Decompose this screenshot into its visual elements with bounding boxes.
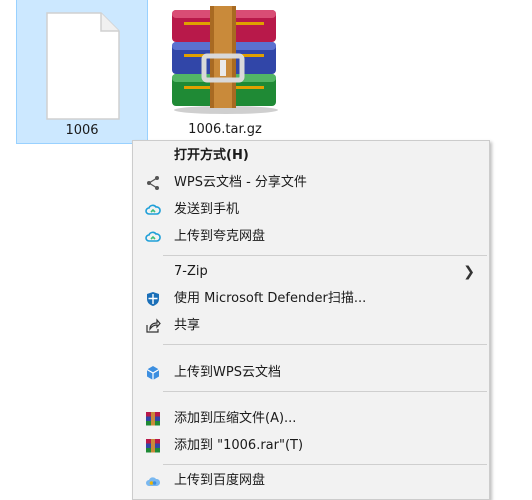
quark-cloud-icon bbox=[145, 231, 161, 242]
quark-cloud-icon bbox=[145, 204, 161, 215]
blank-file-icon bbox=[46, 12, 120, 120]
menu-item-wps-share[interactable]: WPS云文档 - 分享文件 bbox=[133, 170, 489, 196]
menu-item-upload-baidu[interactable]: 上传到百度网盘 bbox=[133, 468, 489, 494]
menu-item-add-to-rar[interactable]: 添加到 "1006.rar"(T) bbox=[133, 433, 489, 459]
menu-item-label: 上传到夸克网盘 bbox=[174, 229, 266, 244]
menu-item-label: 上传到WPS云文档 bbox=[174, 365, 281, 380]
wps-cloud-cube-icon bbox=[146, 366, 160, 380]
chevron-right-icon: ❯ bbox=[463, 264, 475, 280]
menu-item-label: 打开方式(H) bbox=[174, 148, 249, 163]
menu-item-share[interactable]: 共享 bbox=[133, 313, 489, 339]
menu-item-7zip[interactable]: 7-Zip ❯ bbox=[133, 259, 489, 285]
menu-item-label: 共享 bbox=[174, 318, 201, 333]
winrar-icon bbox=[146, 412, 160, 426]
menu-item-open-with[interactable]: 打开方式(H) bbox=[133, 143, 489, 169]
file-item-1006[interactable]: 1006 bbox=[16, 0, 148, 144]
menu-item-defender-scan[interactable]: 使用 Microsoft Defender扫描... bbox=[133, 286, 489, 312]
menu-item-label: WPS云文档 - 分享文件 bbox=[174, 175, 307, 190]
menu-item-label: 添加到压缩文件(A)... bbox=[174, 411, 297, 426]
winrar-archive-icon bbox=[172, 6, 278, 114]
winrar-icon bbox=[146, 439, 160, 453]
menu-item-label: 使用 Microsoft Defender扫描... bbox=[174, 291, 367, 306]
defender-shield-icon bbox=[147, 292, 159, 306]
menu-separator bbox=[163, 391, 487, 392]
share-nodes-icon bbox=[147, 176, 159, 190]
menu-separator bbox=[163, 344, 487, 345]
menu-item-label: 添加到 "1006.rar"(T) bbox=[174, 438, 304, 453]
menu-item-upload-quark[interactable]: 上传到夸克网盘 bbox=[133, 224, 489, 250]
share-arrow-icon bbox=[146, 318, 161, 333]
menu-item-upload-wps[interactable]: 上传到WPS云文档 bbox=[133, 360, 489, 386]
menu-item-send-to-phone[interactable]: 发送到手机 bbox=[133, 197, 489, 223]
menu-separator bbox=[163, 255, 487, 256]
context-menu: 打开方式(H) WPS云文档 - 分享文件 发送到手机 上传到夸克网盘 7-Zi… bbox=[132, 140, 490, 500]
menu-item-label: 发送到手机 bbox=[174, 202, 240, 217]
menu-item-label: 7-Zip bbox=[174, 264, 208, 279]
menu-separator bbox=[163, 464, 487, 465]
file-name: 1006 bbox=[65, 123, 99, 138]
baidu-cloud-icon bbox=[146, 477, 161, 486]
menu-item-label: 上传到百度网盘 bbox=[174, 473, 266, 488]
file-name: 1006.tar.gz bbox=[188, 122, 262, 137]
file-item-1006-tar-gz[interactable]: 1006.tar.gz bbox=[158, 0, 292, 144]
menu-item-add-to-archive[interactable]: 添加到压缩文件(A)... bbox=[133, 406, 489, 432]
